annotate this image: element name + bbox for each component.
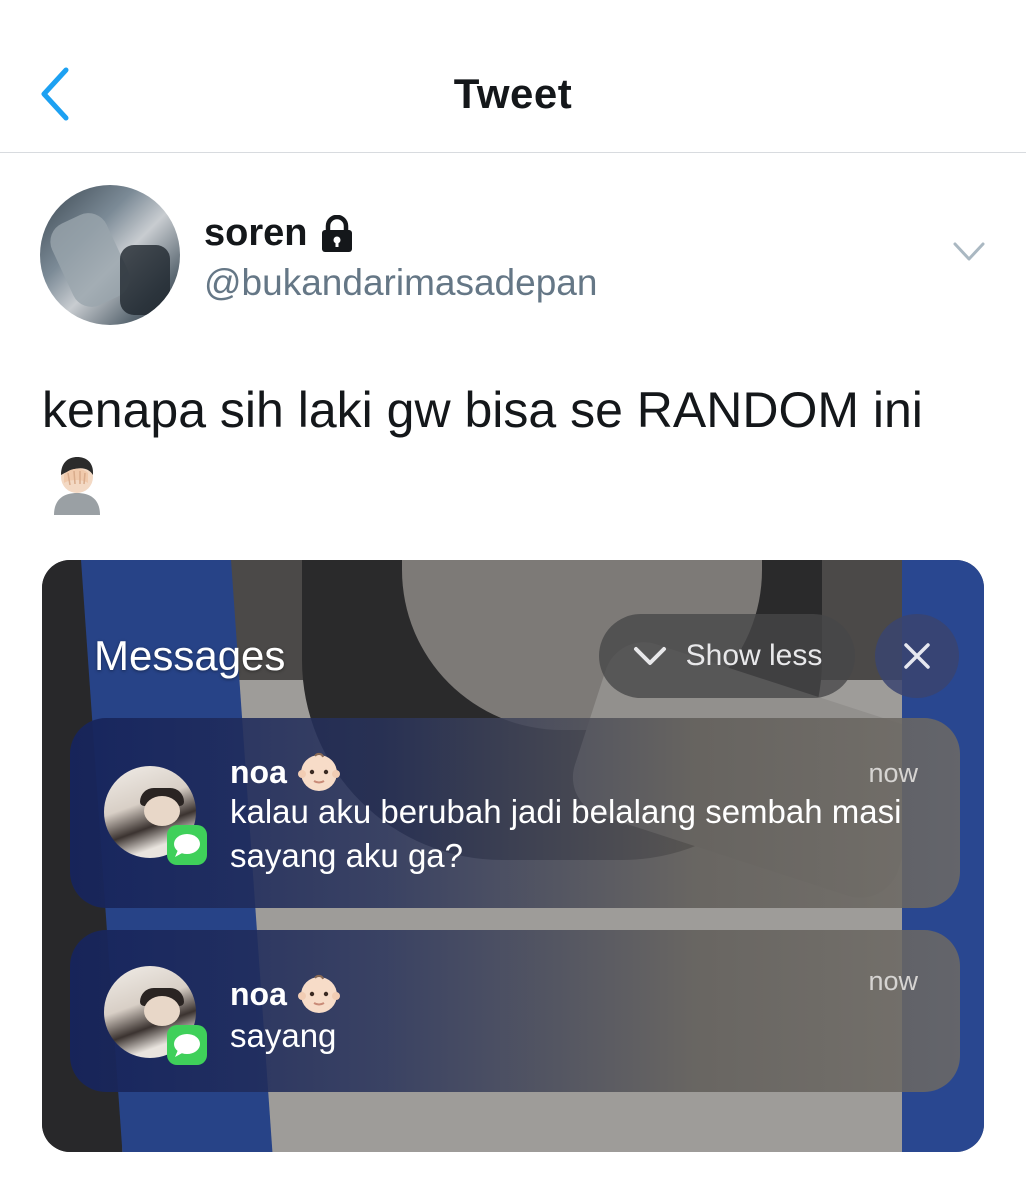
page-title: Tweet [453,70,573,117]
close-button[interactable] [875,614,959,698]
notification-message: sayang [230,1017,337,1054]
sender-name-row: noa [230,972,341,1016]
close-icon [904,643,930,669]
notification-message: kalau aku berubah jadi belalang sembah m… [230,793,902,874]
sender-name: noa [230,753,287,790]
baby-icon [297,752,340,791]
tweet-body: kenapa sih laki gw bisa se RANDOM ini [42,382,923,438]
tweet-media[interactable]: Messages Show less noa now kalau aku ber… [42,560,984,1152]
notification-time: now [868,758,918,788]
author-handle[interactable]: @bukandarimasadepan [204,262,597,304]
author-name-row[interactable]: soren [204,212,355,255]
sender-avatar [104,966,207,1065]
nav-bar: Tweet [0,0,1026,153]
baby-icon [297,974,340,1013]
tweet-text: kenapa sih laki gw bisa se RANDOM ini [42,372,982,524]
lock-icon [322,214,353,252]
imessage-icon [167,1025,207,1065]
sender-avatar [104,766,207,865]
show-less-button[interactable]: Show less [599,614,855,698]
notification-card[interactable]: noa now kalau aku berubah jadi belalang … [70,718,960,908]
sender-name: noa [230,975,287,1012]
chevron-down-icon [633,647,666,665]
chevron-down-icon[interactable] [952,240,986,264]
sender-name-row: noa [230,750,341,794]
author-avatar[interactable] [40,185,180,325]
imessage-icon [167,825,207,865]
notification-card[interactable]: noa now sayang [70,930,960,1092]
messages-heading: Messages [94,632,286,679]
notification-time: now [868,966,918,996]
facepalm-icon [54,457,100,515]
show-less-label: Show less [685,639,823,672]
author-name[interactable]: soren [204,212,307,255]
